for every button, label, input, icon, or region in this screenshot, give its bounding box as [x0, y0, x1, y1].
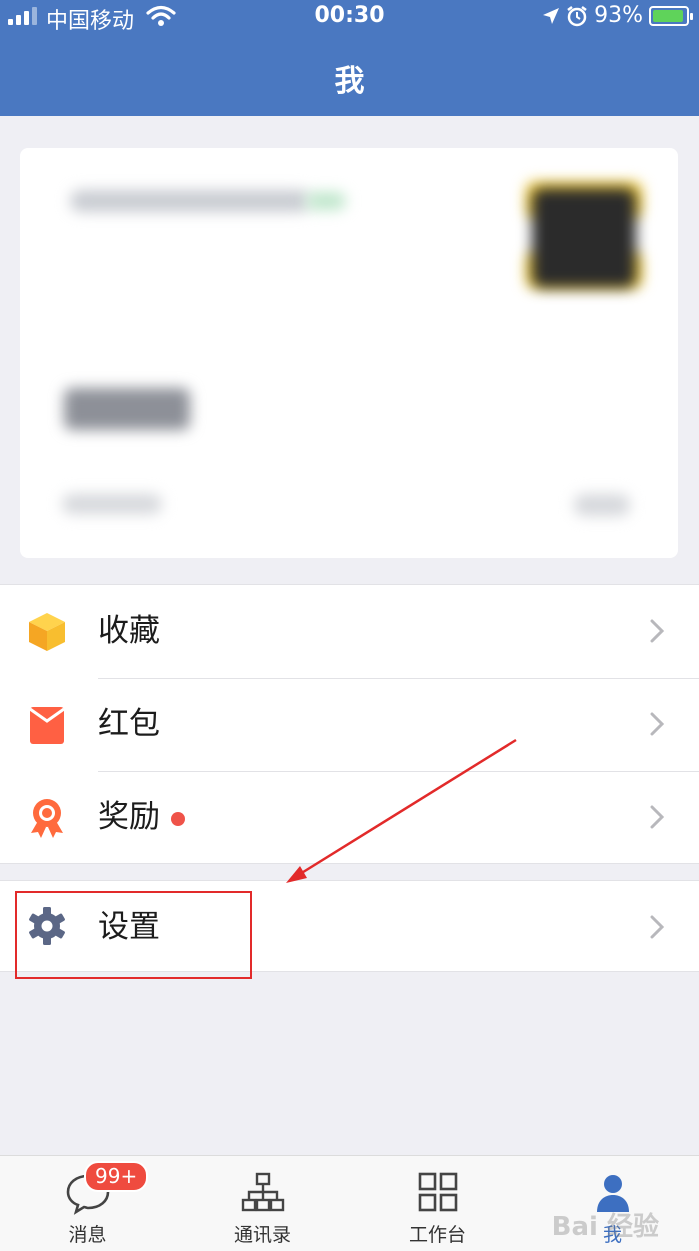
- watermark-logo: Bai 经验: [551, 1212, 659, 1242]
- status-right: 93%: [542, 3, 693, 28]
- profile-card[interactable]: [20, 148, 678, 558]
- award-icon: [31, 799, 63, 838]
- menu-item-label: 收藏: [98, 613, 160, 649]
- menu-item-label: 红包: [98, 706, 160, 742]
- tab-workbench[interactable]: 工作台: [350, 1156, 525, 1251]
- org-chart-icon: [241, 1172, 284, 1212]
- unread-badge: 99+: [84, 1161, 149, 1192]
- blurred-qrcode-link[interactable]: [574, 494, 630, 516]
- notification-dot: [171, 812, 185, 826]
- tab-messages[interactable]: 99+ 消息: [0, 1156, 175, 1251]
- grid-icon: [418, 1172, 457, 1212]
- alarm-clock-icon: [567, 5, 587, 26]
- menu-item-favorites[interactable]: 收藏: [0, 585, 699, 678]
- chevron-right-icon: [650, 712, 665, 736]
- tab-label: 工作台: [408, 1224, 466, 1246]
- tab-label: 消息: [68, 1224, 107, 1246]
- tab-label: 通讯录: [233, 1224, 291, 1246]
- tab-contacts[interactable]: 通讯录: [175, 1156, 350, 1251]
- blurred-verified-tag: [306, 192, 346, 210]
- menu-item-red-packet[interactable]: 红包: [0, 678, 699, 771]
- blurred-company-name: [70, 190, 310, 212]
- menu-group-main: 收藏 红包 奖励: [0, 584, 699, 864]
- location-arrow-icon: [543, 7, 560, 24]
- cube-icon: [29, 613, 65, 651]
- annotation-highlight-box: [15, 891, 252, 979]
- battery-icon: [649, 5, 693, 26]
- battery-percent: 93%: [594, 3, 643, 28]
- tab-bar: 99+ 消息 通讯录 工作台 我 Bai 经验: [0, 1155, 699, 1251]
- blurred-user-name: [64, 388, 190, 430]
- status-bar: 中国移动 00:30 93%: [0, 0, 699, 36]
- page-title: 我: [334, 64, 365, 99]
- menu-item-label: 奖励: [98, 799, 160, 835]
- red-envelope-icon: [29, 707, 65, 744]
- chevron-right-icon: [650, 619, 665, 643]
- header-bar: 中国移动 00:30 93% 我: [0, 0, 699, 116]
- menu-item-rewards[interactable]: 奖励: [0, 771, 699, 864]
- avatar[interactable]: [532, 188, 636, 288]
- blurred-user-info: [62, 494, 162, 514]
- chevron-right-icon: [650, 915, 665, 939]
- chevron-right-icon: [650, 805, 665, 829]
